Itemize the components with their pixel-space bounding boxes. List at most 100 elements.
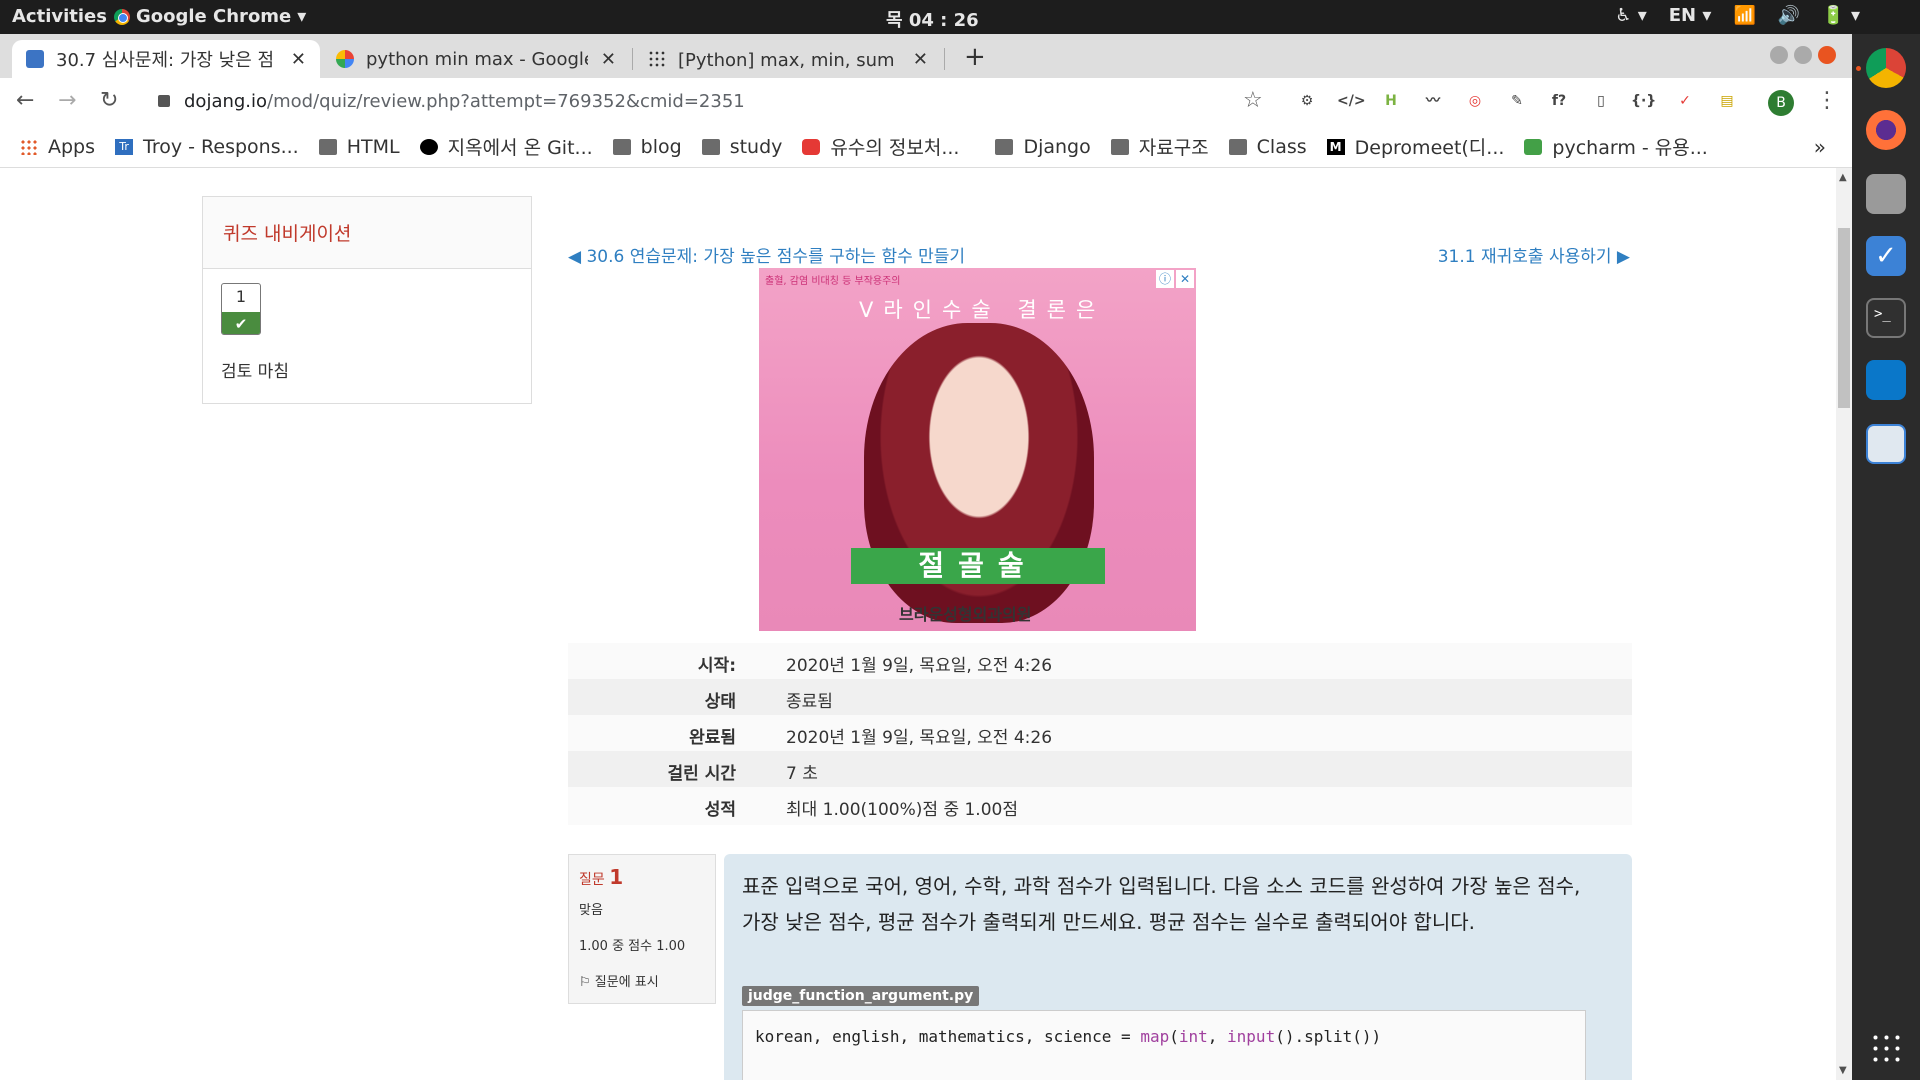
close-icon[interactable]: ✕ bbox=[601, 49, 616, 70]
extension-json-icon[interactable]: {·} bbox=[1631, 90, 1656, 112]
bookmark-label: Troy - Respons... bbox=[143, 135, 299, 158]
bookmark-youtube[interactable]: 유수의 정보처... bbox=[802, 133, 959, 160]
activities-button[interactable]: Activities bbox=[12, 6, 107, 27]
new-tab-icon[interactable]: + bbox=[964, 42, 986, 72]
code-block: korean, english, mathematics, science = … bbox=[742, 1010, 1586, 1080]
clock[interactable]: 목 04 : 26 bbox=[886, 6, 979, 32]
extension-code-icon[interactable]: </> bbox=[1337, 90, 1366, 112]
back-icon[interactable]: ← bbox=[16, 88, 34, 113]
extension-color-icon[interactable]: ✓ bbox=[1673, 90, 1697, 112]
scroll-up-icon[interactable]: ▲ bbox=[1839, 172, 1847, 183]
tab-separator bbox=[944, 48, 945, 70]
wifi-icon[interactable]: 📶 bbox=[1733, 5, 1755, 26]
app-menu[interactable]: Google Chrome ▾ bbox=[114, 6, 306, 27]
url-host: dojang.io bbox=[184, 90, 268, 112]
profile-avatar[interactable]: B bbox=[1768, 90, 1794, 116]
reload-icon[interactable]: ↻ bbox=[100, 88, 118, 113]
window-close-icon[interactable] bbox=[1818, 46, 1836, 64]
system-tray[interactable]: ♿ ▾ EN ▾ 📶 🔊 🔋 ▾ bbox=[1615, 5, 1860, 26]
close-icon[interactable]: ✕ bbox=[291, 49, 306, 70]
page-scrollbar[interactable]: ▲ ▼ bbox=[1836, 168, 1852, 1080]
tab-dojang[interactable]: 30.7 심사문제: 가장 낮은 점 ✕ bbox=[12, 40, 320, 78]
bookmark-git[interactable]: 지옥에서 온 Git... bbox=[419, 133, 593, 160]
summary-value: 7 초 bbox=[786, 764, 818, 784]
summary-key: 완료됨 bbox=[689, 728, 736, 748]
bookmark-study[interactable]: study bbox=[701, 136, 782, 158]
bookmark-troy[interactable]: Tr Troy - Respons... bbox=[115, 136, 299, 158]
volume-icon[interactable]: 🔊 bbox=[1778, 5, 1800, 26]
extension-ladder-icon[interactable]: H bbox=[1379, 90, 1403, 112]
running-indicator bbox=[1856, 66, 1861, 71]
summary-key: 시작: bbox=[697, 656, 736, 676]
bookmark-apps[interactable]: Apps bbox=[20, 136, 95, 158]
lock-icon[interactable] bbox=[158, 95, 170, 107]
extension-gear-icon[interactable]: ⚙ bbox=[1295, 90, 1319, 112]
tasks-dock-icon[interactable]: ✓ bbox=[1866, 236, 1906, 276]
tab-python-blog[interactable]: [Python] max, min, sum 내 ✕ bbox=[634, 40, 942, 78]
bookmark-datastructure[interactable]: 자료구조 bbox=[1110, 133, 1209, 160]
medium-icon: M bbox=[1326, 138, 1345, 155]
close-icon[interactable]: ✕ bbox=[913, 49, 928, 70]
scroll-down-icon[interactable]: ▼ bbox=[1839, 1065, 1847, 1076]
dots-favicon bbox=[648, 50, 666, 68]
extension-phone-icon[interactable]: ▯ bbox=[1589, 90, 1613, 112]
image-viewer-dock-icon[interactable] bbox=[1866, 424, 1906, 464]
tab-strip: 30.7 심사문제: 가장 낮은 점 ✕ python min max - Go… bbox=[0, 34, 1852, 78]
trello-icon: Tr bbox=[115, 138, 134, 155]
bookmarks-overflow-icon[interactable]: » bbox=[1814, 135, 1826, 159]
tab-separator bbox=[632, 48, 633, 70]
bookmark-html[interactable]: HTML bbox=[318, 136, 400, 158]
question-nav-button[interactable]: 1 ✔ bbox=[221, 283, 261, 335]
bookmark-class[interactable]: Class bbox=[1228, 136, 1307, 158]
show-apps-grid-icon[interactable] bbox=[1870, 1032, 1902, 1064]
flag-question-link[interactable]: ⚐ 질문에 표시 bbox=[579, 971, 659, 990]
chrome-dock-icon[interactable] bbox=[1866, 48, 1906, 88]
extension-eyedropper-icon[interactable]: ✎ bbox=[1505, 90, 1529, 112]
folder-icon bbox=[701, 138, 720, 155]
google-favicon bbox=[336, 50, 354, 68]
scrollbar-thumb[interactable] bbox=[1838, 228, 1850, 408]
firefox-dock-icon[interactable] bbox=[1866, 110, 1906, 150]
bookmark-label: Apps bbox=[48, 135, 96, 158]
address-bar[interactable]: dojang.io/mod/quiz/review.php?attempt=76… bbox=[140, 83, 1250, 119]
flag-icon: ⚐ bbox=[579, 975, 591, 990]
tab-google[interactable]: python min max - Google ✕ bbox=[322, 40, 630, 78]
ad-headline: V라인수술 결론은 bbox=[859, 298, 1106, 322]
extension-swirl-icon[interactable]: ◎ bbox=[1463, 90, 1487, 112]
tab-title: 30.7 심사문제: 가장 낮은 점 bbox=[56, 50, 275, 71]
prev-activity-link[interactable]: ◀ 30.6 연습문제: 가장 높은 점수를 구하는 함수 만들기 bbox=[568, 242, 965, 267]
extension-folder-icon[interactable]: ▤ bbox=[1715, 90, 1739, 112]
battery-icon[interactable]: 🔋 ▾ bbox=[1822, 5, 1860, 26]
summary-row: 시작: 2020년 1월 9일, 목요일, 오전 4:26 bbox=[568, 643, 1632, 679]
ad-band-text: 절골술 bbox=[851, 548, 1105, 584]
menu-kebab-icon[interactable]: ⋮ bbox=[1816, 88, 1838, 113]
extension-font-icon[interactable]: f? bbox=[1547, 90, 1571, 112]
bookmark-django[interactable]: Django bbox=[995, 136, 1091, 158]
advertisement-banner[interactable]: 출혈, 감염 비대칭 등 부작용주의 V라인수술 결론은 절골술 브라운성형외과… bbox=[759, 268, 1196, 631]
forward-icon[interactable]: → bbox=[58, 88, 76, 113]
terminal-dock-icon[interactable]: >_ bbox=[1866, 298, 1906, 338]
ad-close-icon[interactable]: ✕ bbox=[1176, 270, 1194, 288]
bookmark-label: 유수의 정보처... bbox=[830, 137, 960, 159]
github-icon bbox=[419, 138, 438, 155]
vscode-dock-icon[interactable] bbox=[1866, 360, 1906, 400]
next-activity-link[interactable]: 31.1 재귀호출 사용하기 ▶ bbox=[1438, 242, 1630, 267]
finish-review-link[interactable]: 검토 마침 bbox=[221, 357, 289, 382]
ad-controls: ⓘ ✕ bbox=[1156, 270, 1194, 288]
ad-brand: 브라운성형외과의원 bbox=[899, 605, 1032, 624]
question-number: 1 bbox=[609, 865, 624, 889]
files-dock-icon[interactable] bbox=[1866, 174, 1906, 214]
bookmark-pycharm[interactable]: pycharm - 유용... bbox=[1524, 133, 1708, 160]
accessibility-icon[interactable]: ♿ ▾ bbox=[1615, 5, 1646, 26]
bookmark-depromeet[interactable]: M Depromeet(디... bbox=[1326, 133, 1504, 160]
summary-key: 상태 bbox=[704, 692, 736, 712]
bookmarks-bar: Apps Tr Troy - Respons... HTML 지옥에서 온 Git… bbox=[0, 126, 1852, 168]
ad-info-icon[interactable]: ⓘ bbox=[1156, 270, 1174, 288]
extension-wave-icon[interactable]: 〰 bbox=[1421, 90, 1445, 112]
minimize-icon[interactable] bbox=[1770, 46, 1788, 64]
bookmark-star-icon[interactable]: ☆ bbox=[1243, 88, 1263, 113]
quiz-navigation-block: 퀴즈 내비게이션 1 ✔ 검토 마침 bbox=[202, 196, 532, 404]
maximize-icon[interactable] bbox=[1794, 46, 1812, 64]
language-indicator[interactable]: EN ▾ bbox=[1669, 5, 1712, 26]
bookmark-blog[interactable]: blog bbox=[612, 136, 682, 158]
